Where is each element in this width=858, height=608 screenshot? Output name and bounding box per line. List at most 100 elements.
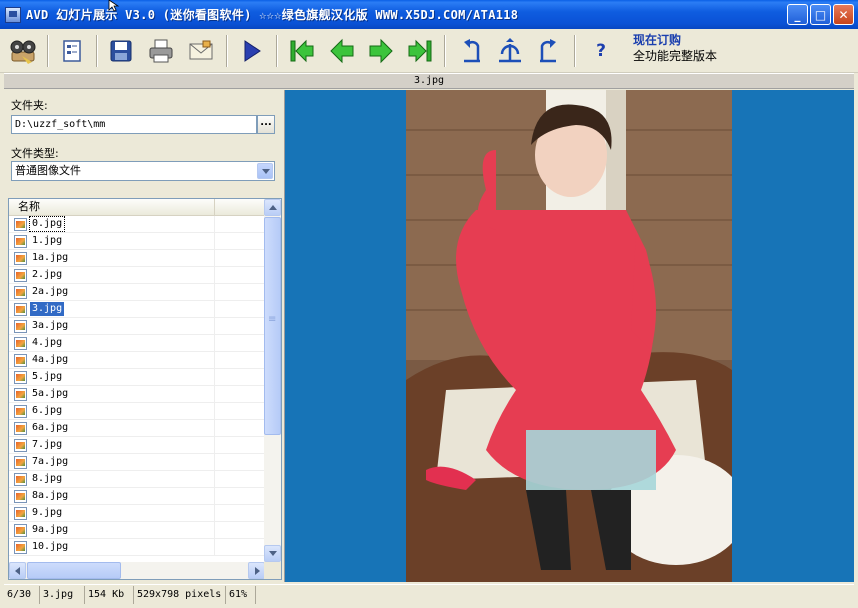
toolbar: ? bbox=[0, 29, 858, 73]
file-list-cell: 6a.jpg bbox=[9, 420, 215, 436]
scroll-down-icon[interactable] bbox=[264, 545, 281, 562]
status-size: 154 Kb bbox=[85, 586, 134, 604]
print-icon bbox=[149, 39, 173, 63]
file-list-cell: 7a.jpg bbox=[9, 454, 215, 470]
image-file-icon bbox=[14, 303, 27, 316]
email-button[interactable] bbox=[182, 32, 220, 70]
play-button[interactable] bbox=[232, 32, 270, 70]
rotate-right-button[interactable] bbox=[530, 32, 568, 70]
rotate-right-icon bbox=[540, 39, 556, 63]
photo-image bbox=[406, 90, 732, 582]
scroll-up-icon[interactable] bbox=[264, 199, 281, 216]
rotate-left-button[interactable] bbox=[452, 32, 490, 70]
file-list-item[interactable]: 4.jpg bbox=[9, 335, 265, 352]
file-list-cell: 4.jpg bbox=[9, 335, 215, 351]
file-list-cell: 10.jpg bbox=[9, 539, 215, 555]
first-button[interactable] bbox=[283, 32, 321, 70]
file-name: 10.jpg bbox=[32, 541, 69, 552]
status-position: 6/30 bbox=[4, 586, 40, 604]
slideshow-button[interactable] bbox=[4, 32, 42, 70]
image-file-icon bbox=[14, 524, 27, 537]
image-file-icon bbox=[14, 405, 27, 418]
file-list-cell: 1.jpg bbox=[9, 233, 215, 249]
file-list-item[interactable]: 3.jpg bbox=[9, 301, 265, 318]
save-button[interactable] bbox=[102, 32, 140, 70]
status-dimensions: 529x798 pixels bbox=[134, 586, 226, 604]
vertical-scrollbar[interactable] bbox=[264, 199, 281, 562]
flip-icon bbox=[499, 38, 521, 63]
file-name: 1.jpg bbox=[32, 235, 63, 246]
minimize-icon: _ bbox=[794, 7, 801, 22]
file-list-item[interactable]: 8.jpg bbox=[9, 471, 265, 488]
properties-button[interactable] bbox=[53, 32, 91, 70]
image-file-icon bbox=[14, 439, 27, 452]
chevron-down-icon[interactable] bbox=[257, 163, 273, 179]
horizontal-scroll-thumb[interactable] bbox=[27, 562, 121, 579]
folder-label: 文件夹: bbox=[11, 99, 48, 112]
order-link[interactable]: 现在订购 全功能完整版本 bbox=[633, 33, 717, 64]
file-list-item[interactable]: 10.jpg bbox=[9, 539, 265, 556]
file-list-item[interactable]: 6.jpg bbox=[9, 403, 265, 420]
properties-icon bbox=[63, 40, 81, 62]
close-button[interactable]: ✕ bbox=[833, 4, 854, 25]
file-list-item[interactable]: 1.jpg bbox=[9, 233, 265, 250]
file-list-cell: 8.jpg bbox=[9, 471, 215, 487]
file-list-item[interactable]: 7a.jpg bbox=[9, 454, 265, 471]
previous-button[interactable] bbox=[323, 32, 361, 70]
file-list-cell: 2a.jpg bbox=[9, 284, 215, 300]
file-name: 3a.jpg bbox=[32, 320, 69, 331]
image-file-icon bbox=[14, 456, 27, 469]
file-list-item[interactable]: 9.jpg bbox=[9, 505, 265, 522]
file-list-item[interactable]: 2a.jpg bbox=[9, 284, 265, 301]
image-file-icon bbox=[14, 320, 27, 333]
image-viewer[interactable] bbox=[284, 90, 854, 582]
image-file-icon bbox=[14, 218, 27, 231]
next-button[interactable] bbox=[362, 32, 400, 70]
image-file-icon bbox=[14, 422, 27, 435]
mouse-cursor-icon bbox=[108, 0, 120, 12]
file-name: 3.jpg bbox=[30, 302, 65, 316]
last-button[interactable] bbox=[401, 32, 439, 70]
maximize-button[interactable]: □ bbox=[810, 4, 831, 25]
file-name: 8.jpg bbox=[32, 473, 63, 484]
file-list-item[interactable]: 4a.jpg bbox=[9, 352, 265, 369]
horizontal-scrollbar[interactable] bbox=[9, 562, 265, 579]
file-type-value: 普通图像文件 bbox=[15, 164, 81, 177]
file-list-cell: 1a.jpg bbox=[9, 250, 215, 266]
help-button[interactable]: ? bbox=[582, 32, 620, 70]
file-list-item[interactable]: 2.jpg bbox=[9, 267, 265, 284]
file-list-cell: 2.jpg bbox=[9, 267, 215, 283]
image-file-icon bbox=[14, 507, 27, 520]
close-icon: ✕ bbox=[838, 7, 849, 22]
image-file-icon bbox=[14, 286, 27, 299]
image-file-icon bbox=[14, 490, 27, 503]
flip-button[interactable] bbox=[491, 32, 529, 70]
folder-input[interactable]: D:\uzzf_soft\mm bbox=[11, 115, 257, 134]
file-list-cell: 9.jpg bbox=[9, 505, 215, 521]
file-name: 7a.jpg bbox=[32, 456, 69, 467]
minimize-button[interactable]: _ bbox=[787, 4, 808, 25]
file-list-item[interactable]: 7.jpg bbox=[9, 437, 265, 454]
file-list-item[interactable]: 5a.jpg bbox=[9, 386, 265, 403]
file-list-item[interactable]: 3a.jpg bbox=[9, 318, 265, 335]
scroll-left-icon[interactable] bbox=[9, 562, 26, 579]
file-list-item[interactable]: 0.jpg bbox=[9, 216, 265, 233]
vertical-scroll-thumb[interactable] bbox=[264, 217, 281, 435]
file-type-select[interactable]: 普通图像文件 bbox=[11, 161, 275, 181]
file-list-item[interactable]: 9a.jpg bbox=[9, 522, 265, 539]
file-list[interactable]: 名称 0.jpg 1.jpg 1a.jpg 2.jpg 2a.jpg 3.jpg 3a.jp… bbox=[8, 198, 282, 580]
scroll-right-icon[interactable] bbox=[248, 562, 265, 579]
file-list-item[interactable]: 1a.jpg bbox=[9, 250, 265, 267]
file-name: 4a.jpg bbox=[32, 354, 69, 365]
browse-folder-button[interactable]: ... bbox=[257, 115, 275, 134]
image-file-icon bbox=[14, 541, 27, 554]
image-file-icon bbox=[14, 354, 27, 367]
file-name: 8a.jpg bbox=[32, 490, 69, 501]
print-button[interactable] bbox=[142, 32, 180, 70]
file-list-item[interactable]: 6a.jpg bbox=[9, 420, 265, 437]
file-list-item[interactable]: 5.jpg bbox=[9, 369, 265, 386]
file-list-item[interactable]: 8a.jpg bbox=[9, 488, 265, 505]
column-header-name[interactable]: 名称 bbox=[9, 199, 215, 216]
title-bar[interactable]: AVD 幻灯片展示 V3.0 (迷你看图软件) ☆☆☆绿色旗舰汉化版 WWW.X… bbox=[0, 0, 858, 29]
image-file-icon bbox=[14, 269, 27, 282]
